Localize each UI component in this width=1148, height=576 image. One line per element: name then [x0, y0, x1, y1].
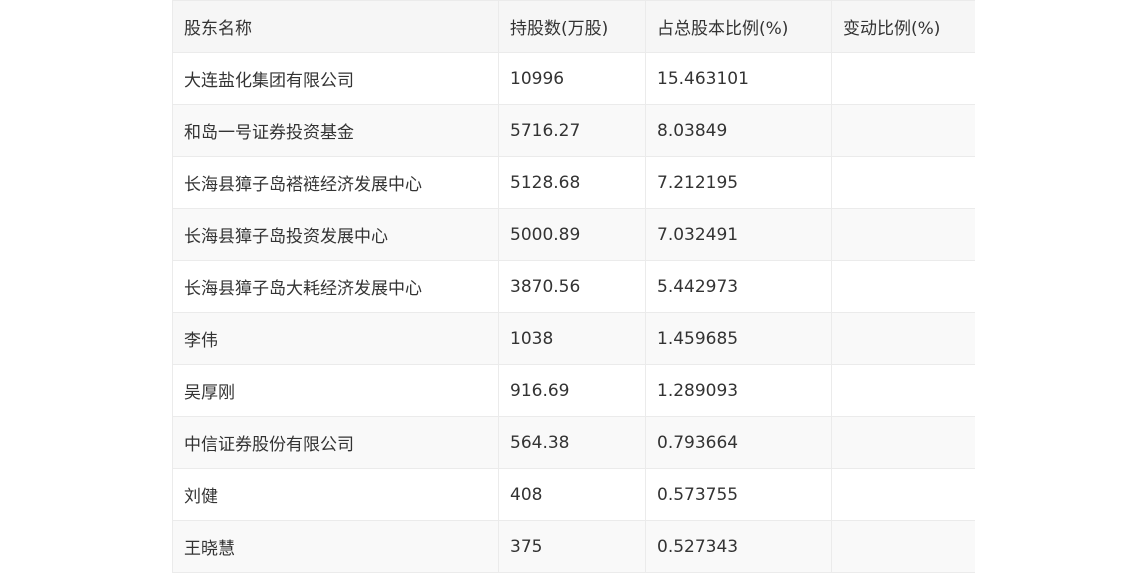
table-row: 吴厚刚 916.69 1.289093: [172, 364, 975, 417]
cell-shareholder-name: 长海县獐子岛投资发展中心: [172, 208, 499, 261]
header-share-ratio: 占总股本比例(%): [645, 0, 832, 53]
cell-change-ratio: [831, 312, 975, 365]
cell-change-ratio: [831, 208, 975, 261]
cell-shareholder-name: 王晓慧: [172, 520, 499, 573]
table-row: 长海县獐子岛大耗经济发展中心 3870.56 5.442973: [172, 260, 975, 313]
cell-share-ratio: 7.212195: [645, 156, 832, 209]
cell-share-ratio: 7.032491: [645, 208, 832, 261]
cell-share-ratio: 5.442973: [645, 260, 832, 313]
table-row: 刘健 408 0.573755: [172, 468, 975, 521]
cell-shares-held: 5716.27: [498, 104, 646, 157]
cell-shares-held: 3870.56: [498, 260, 646, 313]
table-row: 中信证券股份有限公司 564.38 0.793664: [172, 416, 975, 469]
cell-shares-held: 916.69: [498, 364, 646, 417]
cell-shareholder-name: 大连盐化集团有限公司: [172, 52, 499, 105]
cell-change-ratio: [831, 52, 975, 105]
cell-change-ratio: [831, 364, 975, 417]
table-row: 和岛一号证券投资基金 5716.27 8.03849: [172, 104, 975, 157]
cell-share-ratio: 8.03849: [645, 104, 832, 157]
cell-shares-held: 1038: [498, 312, 646, 365]
cell-share-ratio: 0.793664: [645, 416, 832, 469]
header-shares-held: 持股数(万股): [498, 0, 646, 53]
cell-shareholder-name: 吴厚刚: [172, 364, 499, 417]
cell-change-ratio: [831, 104, 975, 157]
cell-shareholder-name: 刘健: [172, 468, 499, 521]
cell-shares-held: 375: [498, 520, 646, 573]
cell-shares-held: 564.38: [498, 416, 646, 469]
cell-shareholder-name: 中信证券股份有限公司: [172, 416, 499, 469]
cell-shares-held: 5128.68: [498, 156, 646, 209]
cell-share-ratio: 0.527343: [645, 520, 832, 573]
cell-shares-held: 5000.89: [498, 208, 646, 261]
table-row: 大连盐化集团有限公司 10996 15.463101: [172, 52, 975, 105]
cell-share-ratio: 0.573755: [645, 468, 832, 521]
cell-share-ratio: 1.459685: [645, 312, 832, 365]
cell-shares-held: 408: [498, 468, 646, 521]
table-row: 王晓慧 375 0.527343: [172, 520, 975, 573]
cell-change-ratio: [831, 416, 975, 469]
cell-shareholder-name: 李伟: [172, 312, 499, 365]
cell-change-ratio: [831, 468, 975, 521]
table-row: 李伟 1038 1.459685: [172, 312, 975, 365]
header-shareholder-name: 股东名称: [172, 0, 499, 53]
table-row: 长海县獐子岛褡裢经济发展中心 5128.68 7.212195: [172, 156, 975, 209]
cell-shareholder-name: 和岛一号证券投资基金: [172, 104, 499, 157]
cell-shareholder-name: 长海县獐子岛褡裢经济发展中心: [172, 156, 499, 209]
table-row: 长海县獐子岛投资发展中心 5000.89 7.032491: [172, 208, 975, 261]
header-change-ratio: 变动比例(%): [831, 0, 975, 53]
table-header-row: 股东名称 持股数(万股) 占总股本比例(%) 变动比例(%): [172, 0, 975, 53]
shareholder-table: 股东名称 持股数(万股) 占总股本比例(%) 变动比例(%) 大连盐化集团有限公…: [172, 0, 975, 573]
cell-change-ratio: [831, 260, 975, 313]
cell-shares-held: 10996: [498, 52, 646, 105]
cell-shareholder-name: 长海县獐子岛大耗经济发展中心: [172, 260, 499, 313]
cell-share-ratio: 15.463101: [645, 52, 832, 105]
shareholder-table-container: 股东名称 持股数(万股) 占总股本比例(%) 变动比例(%) 大连盐化集团有限公…: [172, 0, 975, 576]
cell-share-ratio: 1.289093: [645, 364, 832, 417]
cell-change-ratio: [831, 520, 975, 573]
cell-change-ratio: [831, 156, 975, 209]
